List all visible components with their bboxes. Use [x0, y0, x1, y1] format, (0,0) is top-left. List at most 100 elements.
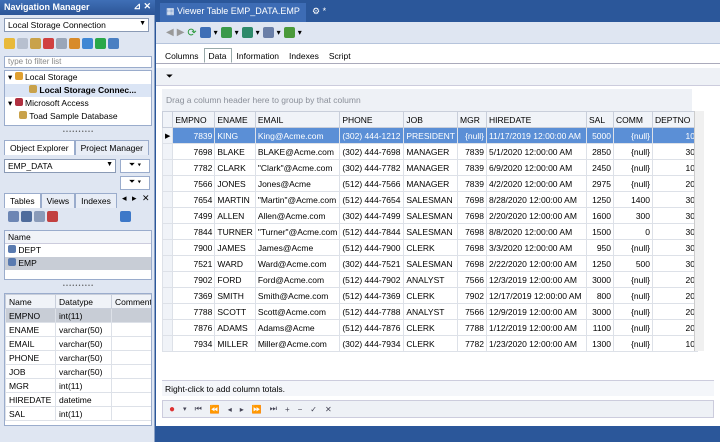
delete-record-icon[interactable]: − — [298, 405, 303, 414]
list-item[interactable]: HIREDATE datetime — [5, 392, 151, 407]
cell-job[interactable]: ANALYST — [403, 303, 458, 320]
cell-mgr[interactable]: 7698 — [457, 239, 487, 256]
expand-icon[interactable]: ▾ — [8, 72, 12, 82]
report-icon[interactable] — [283, 27, 295, 38]
cell-deptno[interactable]: 20 — [652, 175, 698, 192]
row-indicator[interactable] — [161, 335, 174, 352]
cell-hiredate[interactable]: 6/9/2020 12:00:00 AM — [486, 159, 587, 176]
cell-mgr[interactable]: 7782 — [457, 335, 487, 352]
cell-ename[interactable]: MARTIN — [214, 191, 256, 208]
cell-deptno[interactable]: 20 — [652, 271, 698, 288]
cell-phone[interactable]: (302) 444-7521 — [339, 255, 405, 272]
cell-ename[interactable]: JAMES — [214, 239, 256, 256]
cell-empno[interactable]: 7902 — [172, 271, 216, 288]
cell-ename[interactable]: KING — [214, 127, 256, 144]
cell-empno[interactable]: 7844 — [172, 223, 216, 240]
cell-deptno[interactable]: 30 — [652, 223, 698, 240]
cell-phone[interactable]: (302) 444-7698 — [339, 143, 405, 160]
schema-select[interactable]: EMP_DATA ▼ — [4, 159, 116, 173]
cell-empno[interactable]: 7934 — [172, 335, 216, 352]
view-options-icon[interactable] — [120, 211, 131, 222]
table-row[interactable]: 7369 SMITH Smith@Acme.com (512) 444-7369 CLE… — [161, 287, 698, 304]
close-icon[interactable]: ✕ — [143, 1, 151, 12]
cell-email[interactable]: Allen@Acme.com — [254, 207, 341, 224]
row-indicator[interactable] — [161, 207, 174, 224]
tab-information[interactable]: Information — [232, 48, 285, 63]
table-row[interactable]: 7876 ADAMS Adams@Acme (512) 444-7876 CLERK 77… — [161, 319, 698, 336]
column-header-email[interactable]: EMAIL — [254, 111, 341, 128]
tree-item-local-storage[interactable]: ▾ Local Storage — [5, 71, 151, 84]
tab-new-query[interactable]: ⚙ * — [306, 3, 332, 22]
list-item[interactable]: EMAIL varchar(50) — [5, 336, 151, 351]
cell-ename[interactable]: SCOTT — [214, 303, 256, 320]
cell-comm[interactable]: {null} — [613, 319, 653, 336]
edit-table-icon[interactable] — [21, 211, 32, 222]
cell-hiredate[interactable]: 12/17/2019 12:00:00 AM — [486, 287, 587, 304]
filter-dropdown-1[interactable]: ⏷ ▾ — [120, 159, 150, 173]
row-indicator[interactable] — [161, 191, 174, 208]
cell-comm[interactable]: {null} — [613, 335, 653, 352]
refresh-icon[interactable]: ⟳ — [187, 26, 196, 39]
export-icon[interactable] — [220, 27, 232, 38]
row-indicator[interactable] — [161, 159, 174, 176]
filter-options-icon[interactable] — [262, 27, 274, 38]
cell-phone[interactable]: (512) 444-7566 — [339, 175, 405, 192]
cell-hiredate[interactable]: 2/22/2020 12:00:00 AM — [486, 255, 587, 272]
disconnect-icon[interactable] — [17, 38, 28, 49]
cell-deptno[interactable]: 20 — [652, 287, 698, 304]
post-edit-icon[interactable]: ✓ — [310, 405, 317, 414]
cell-deptno[interactable]: 30 — [652, 143, 698, 160]
cell-mgr[interactable]: 7698 — [457, 207, 487, 224]
cell-hiredate[interactable]: 5/1/2020 12:00:00 AM — [486, 143, 587, 160]
cell-email[interactable]: Smith@Acme.com — [254, 287, 341, 304]
cell-job[interactable]: SALESMAN — [403, 223, 458, 240]
cell-mgr[interactable]: 7902 — [457, 287, 487, 304]
cell-job[interactable]: SALESMAN — [403, 255, 458, 272]
cell-email[interactable]: Ward@Acme.com — [254, 255, 341, 272]
cell-email[interactable]: Jones@Acme — [254, 175, 341, 192]
cell-phone[interactable]: (512) 444-7654 — [339, 191, 405, 208]
cell-comm[interactable]: {null} — [613, 143, 653, 160]
cell-email[interactable]: Adams@Acme — [254, 319, 341, 336]
tab-script[interactable]: Script — [324, 48, 356, 63]
cell-job[interactable]: SALESMAN — [403, 207, 458, 224]
cell-comm[interactable]: 1400 — [613, 191, 653, 208]
cell-phone[interactable]: (302) 444-7782 — [339, 159, 405, 176]
cell-sal[interactable]: 5000 — [586, 127, 614, 144]
cell-hiredate[interactable]: 2/20/2020 12:00:00 AM — [486, 207, 587, 224]
cell-ename[interactable]: WARD — [214, 255, 256, 272]
cell-mgr[interactable]: 7839 — [457, 175, 487, 192]
cell-ename[interactable]: JONES — [214, 175, 256, 192]
tree-item-toad-sample[interactable]: Toad Sample Database — [5, 110, 151, 123]
dropdown-icon[interactable]: ▾ — [214, 28, 218, 37]
cell-ename[interactable]: BLAKE — [214, 143, 256, 160]
cell-job[interactable]: CLERK — [403, 287, 458, 304]
cell-phone[interactable]: (512) 444-7876 — [339, 319, 405, 336]
cell-empno[interactable]: 7839 — [172, 127, 216, 144]
splitter[interactable]: • • • • • • • • • • — [4, 130, 152, 135]
cell-empno[interactable]: 7499 — [172, 207, 216, 224]
tab-indexes[interactable]: Indexes — [75, 193, 117, 208]
cell-phone[interactable]: (302) 444-1212 — [339, 127, 405, 144]
cell-sal[interactable]: 1250 — [586, 255, 614, 272]
column-header-comm[interactable]: COMM — [613, 111, 653, 128]
column-header-sal[interactable]: SAL — [586, 111, 614, 128]
cell-deptno[interactable]: 10 — [652, 127, 698, 144]
connection-select[interactable]: Local Storage Connection ▼ — [4, 18, 149, 32]
splitter[interactable]: • • • • • • • • • • — [4, 284, 152, 289]
prev-page-icon[interactable]: ⏪ — [210, 405, 220, 414]
cell-mgr[interactable]: 7839 — [457, 143, 487, 160]
drop-table-icon[interactable] — [47, 211, 58, 222]
cell-hiredate[interactable]: 1/12/2019 12:00:00 AM — [486, 319, 587, 336]
cell-empno[interactable]: 7369 — [172, 287, 216, 304]
cell-mgr[interactable]: 7788 — [457, 319, 487, 336]
settings-icon[interactable] — [108, 38, 119, 49]
table-row[interactable]: 7934 MILLER Miller@Acme.com (302) 444-7934 C… — [161, 335, 698, 352]
list-item[interactable]: ENAME varchar(50) — [5, 322, 151, 337]
cell-job[interactable]: CLERK — [403, 319, 458, 336]
close-tab-icon[interactable]: ✕ — [142, 193, 150, 204]
tab-columns[interactable]: Columns — [160, 48, 204, 63]
cell-mgr[interactable]: 7566 — [457, 303, 487, 320]
filter-input[interactable]: type to filter list — [4, 56, 152, 68]
pin-icon[interactable]: ⊿ — [133, 1, 141, 12]
